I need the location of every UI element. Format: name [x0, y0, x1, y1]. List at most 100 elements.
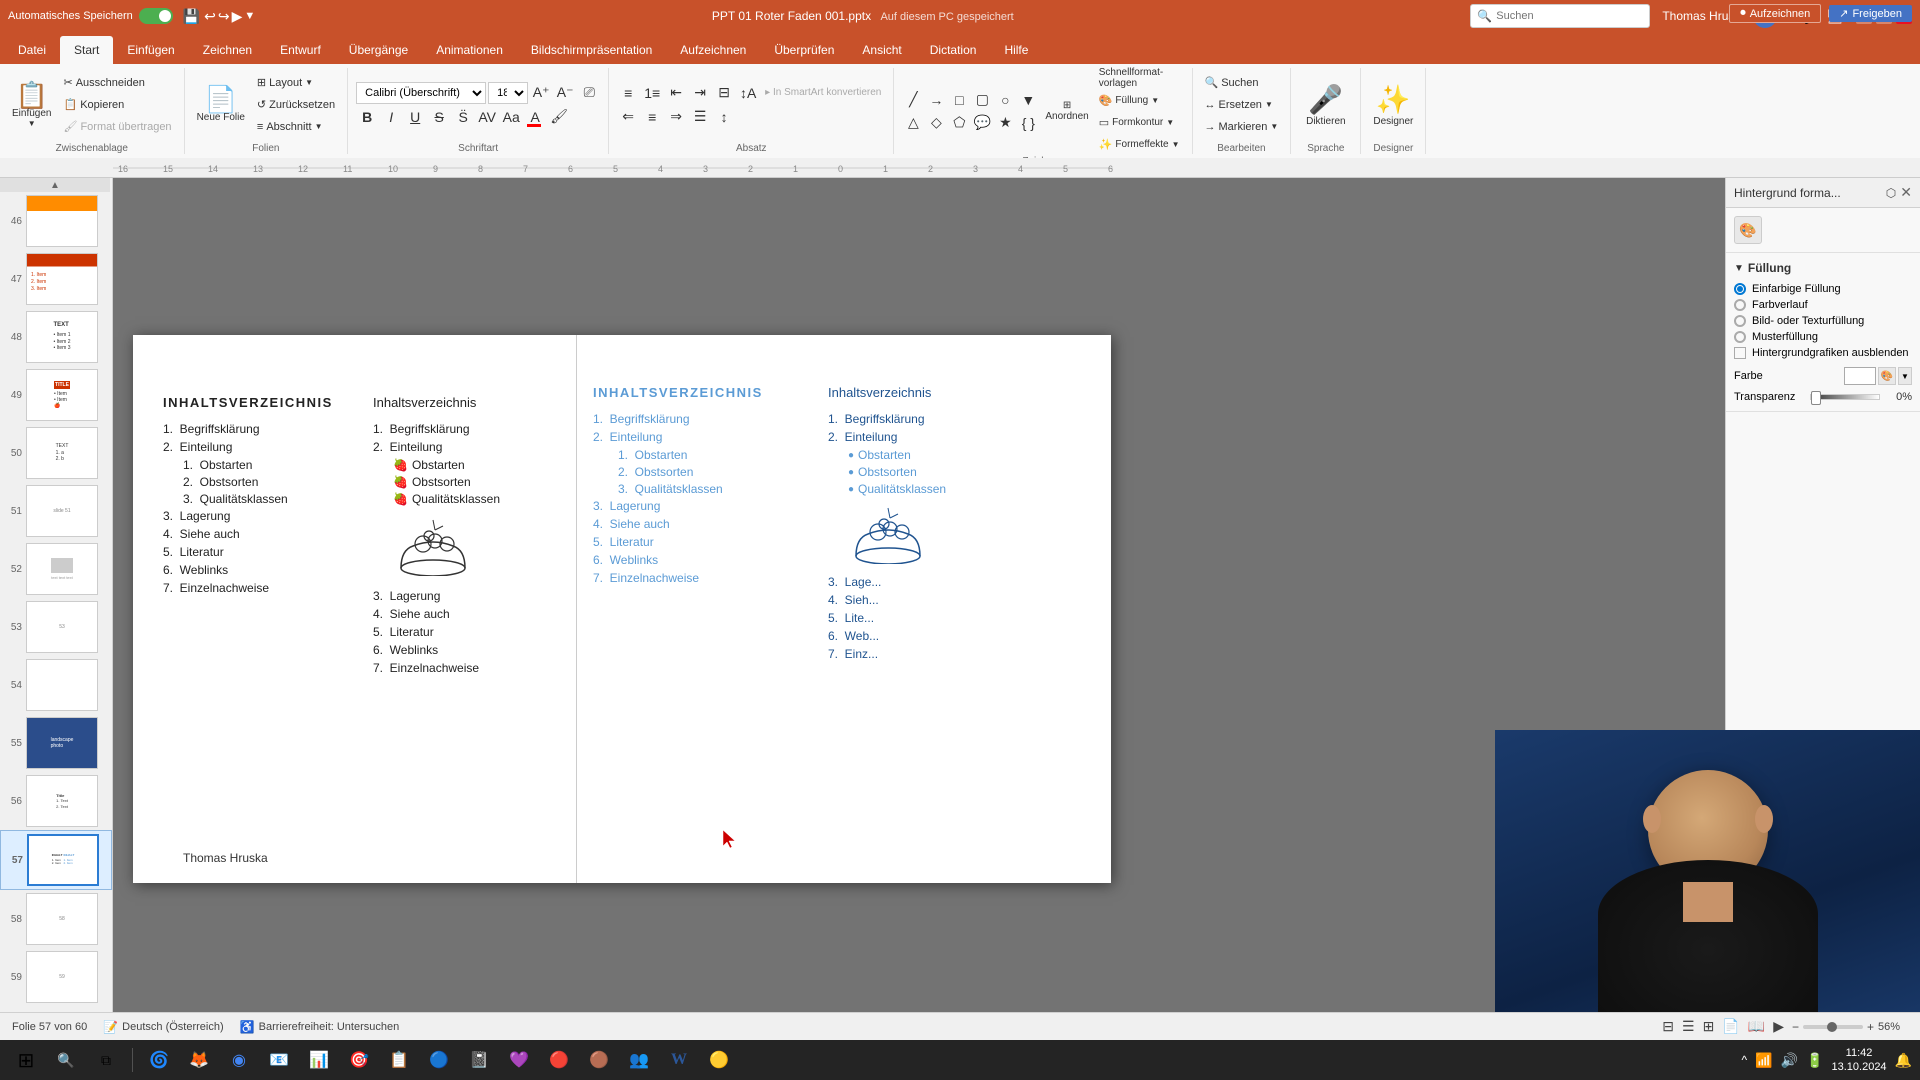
tab-animationen[interactable]: Animationen: [422, 36, 517, 64]
taskbar-systray[interactable]: ^: [1742, 1053, 1748, 1067]
tab-ueberpruefen[interactable]: Überprüfen: [760, 36, 848, 64]
radio-einfarbig[interactable]: Einfarbige Füllung: [1734, 283, 1912, 295]
clear-format-button[interactable]: ⎚: [578, 82, 600, 104]
shape-more[interactable]: ▼: [1017, 89, 1039, 111]
slide-thumb-49[interactable]: 49 TITLE • Item• Item🍎: [0, 366, 112, 424]
tab-bildschirmpraesentaion[interactable]: Bildschirmpräsentation: [517, 36, 666, 64]
italic-button[interactable]: I: [380, 106, 402, 128]
shape-callout[interactable]: 💬: [971, 112, 993, 134]
shape-rounded[interactable]: ▢: [971, 89, 993, 111]
taskbar-chrome[interactable]: ◉: [221, 1042, 257, 1078]
taskbar-app6[interactable]: 🎯: [341, 1042, 377, 1078]
suchen-button[interactable]: 🔍Suchen: [1201, 73, 1283, 93]
shape-curly[interactable]: { }: [1017, 112, 1039, 134]
outline-view-btn[interactable]: ☰: [1682, 1018, 1695, 1035]
taskbar-edge[interactable]: 🌀: [141, 1042, 177, 1078]
fill-icon-btn[interactable]: 🎨: [1734, 216, 1762, 244]
case-button[interactable]: Aa: [500, 106, 522, 128]
abschnitt-button[interactable]: ≡Abschnitt▼: [253, 117, 339, 137]
align-left-button[interactable]: ⇐: [617, 106, 639, 128]
slide-thumb-46[interactable]: 46: [0, 192, 112, 250]
more-tools-icon[interactable]: ▼: [244, 10, 255, 22]
bold-button[interactable]: B: [356, 106, 378, 128]
undo-icon[interactable]: ↩: [204, 8, 216, 25]
numbering-button[interactable]: 1≡: [641, 82, 663, 104]
diktieren-button[interactable]: 🎤 Diktieren: [1302, 77, 1349, 133]
scroll-up[interactable]: ▲: [0, 178, 110, 192]
indent-decrease-button[interactable]: ⇤: [665, 82, 687, 104]
slide-thumb-54[interactable]: 54: [0, 656, 112, 714]
tab-einfuegen[interactable]: Einfügen: [113, 36, 188, 64]
slide-thumb-51[interactable]: 51 slide 51: [0, 482, 112, 540]
taskbar-outlook[interactable]: 📧: [261, 1042, 297, 1078]
justify-button[interactable]: ☰: [689, 106, 711, 128]
taskbar-onenote[interactable]: 📓: [461, 1042, 497, 1078]
highlight-button[interactable]: 🖌: [548, 106, 570, 128]
char-spacing-button[interactable]: AV: [476, 106, 498, 128]
taskbar-sound[interactable]: 🔊: [1781, 1052, 1798, 1069]
radio-farbverlauf[interactable]: Farbverlauf: [1734, 299, 1912, 311]
align-center-button[interactable]: ≡: [641, 106, 663, 128]
search-button[interactable]: 🔍: [48, 1042, 84, 1078]
ersetzen-button[interactable]: ↔Ersetzen▼: [1201, 95, 1283, 115]
tab-entwurf[interactable]: Entwurf: [266, 36, 335, 64]
tab-zeichnen[interactable]: Zeichnen: [189, 36, 266, 64]
zoom-in-btn[interactable]: +: [1867, 1020, 1874, 1034]
convert-smartart-button[interactable]: ▸ In SmartArt konvertieren: [761, 83, 885, 103]
neue-folie-button[interactable]: 📄 Neue Folie: [193, 77, 249, 133]
zuruecksetzen-button[interactable]: ↺Zurücksetzen: [253, 95, 339, 115]
taskbar-notification[interactable]: 🔔: [1895, 1052, 1912, 1069]
shape-diamond[interactable]: ◇: [925, 112, 947, 134]
save-icon[interactable]: 💾: [183, 8, 200, 25]
shape-arrow[interactable]: →: [925, 89, 947, 111]
slide-thumb-55[interactable]: 55 landscapephoto: [0, 714, 112, 772]
tab-start[interactable]: Start: [60, 36, 113, 64]
slide-thumb-59[interactable]: 59 59: [0, 948, 112, 1006]
shadow-button[interactable]: S̈: [452, 106, 474, 128]
taskbar-app11[interactable]: 🔴: [541, 1042, 577, 1078]
slide-thumb-53[interactable]: 53 53: [0, 598, 112, 656]
notes-view-btn[interactable]: 📄: [1722, 1018, 1739, 1035]
layout-button[interactable]: ⊞Layout▼: [253, 73, 339, 93]
slide-thumb-48[interactable]: 48 TEXT • Item 1• Item 2• Item 3: [0, 308, 112, 366]
radio-bild[interactable]: Bild- oder Texturfüllung: [1734, 315, 1912, 327]
markieren-button[interactable]: →Markieren▼: [1201, 117, 1283, 137]
text-direction-button[interactable]: ↕A: [737, 82, 759, 104]
search-input[interactable]: [1496, 10, 1643, 22]
font-family-selector[interactable]: Calibri (Überschrift): [356, 82, 486, 104]
fuellung-button[interactable]: 🎨Füllung▼: [1095, 90, 1184, 110]
einfuegen-button[interactable]: 📋 Einfügen ▼: [8, 74, 55, 136]
taskbar-app7[interactable]: 📋: [381, 1042, 417, 1078]
zoom-out-btn[interactable]: −: [1792, 1020, 1799, 1034]
taskbar-network[interactable]: 📶: [1755, 1052, 1772, 1069]
shape-pentagon[interactable]: ⬠: [948, 112, 970, 134]
panel-close-icon[interactable]: ✕: [1900, 184, 1912, 201]
tab-uebergaenge[interactable]: Übergänge: [335, 36, 422, 64]
redo-icon[interactable]: ↪: [218, 8, 230, 25]
taskbar-battery[interactable]: 🔋: [1806, 1052, 1823, 1069]
transparency-slider[interactable]: [1810, 394, 1880, 400]
slide-sorter-btn[interactable]: ⊞: [1703, 1018, 1715, 1035]
slide-thumb-56[interactable]: 56 Title 1. Text2. Text: [0, 772, 112, 830]
taskbar-app10[interactable]: 💜: [501, 1042, 537, 1078]
slide-thumb-47[interactable]: 47 1. Item2. Item3. Item: [0, 250, 112, 308]
slide-thumb-58[interactable]: 58 58: [0, 890, 112, 948]
font-decrease-button[interactable]: A⁻: [554, 82, 576, 104]
tab-datei[interactable]: Datei: [4, 36, 60, 64]
zoom-slider[interactable]: − + 56%: [1792, 1020, 1908, 1034]
taskbar-powerpoint[interactable]: 📊: [301, 1042, 337, 1078]
bullets-button[interactable]: ≡: [617, 82, 639, 104]
anordnen-button[interactable]: ⊞ Anordnen: [1041, 80, 1092, 142]
designer-button[interactable]: ✨ Designer: [1369, 77, 1417, 133]
slideshow-btn[interactable]: ▶: [1773, 1018, 1784, 1035]
taskbar-word[interactable]: W: [661, 1042, 697, 1078]
shape-star[interactable]: ★: [994, 112, 1016, 134]
taskbar-app12[interactable]: 🟤: [581, 1042, 617, 1078]
normal-view-btn[interactable]: ⊟: [1662, 1018, 1674, 1035]
strikethrough-button[interactable]: S: [428, 106, 450, 128]
schnellformatvorlage-button[interactable]: Schnellformat-vorlagen: [1095, 68, 1184, 88]
tab-ansicht[interactable]: Ansicht: [848, 36, 915, 64]
taskview-button[interactable]: ⧉: [88, 1042, 124, 1078]
shape-line[interactable]: ╱: [902, 89, 924, 111]
tab-aufzeichnen[interactable]: Aufzeichnen: [666, 36, 760, 64]
